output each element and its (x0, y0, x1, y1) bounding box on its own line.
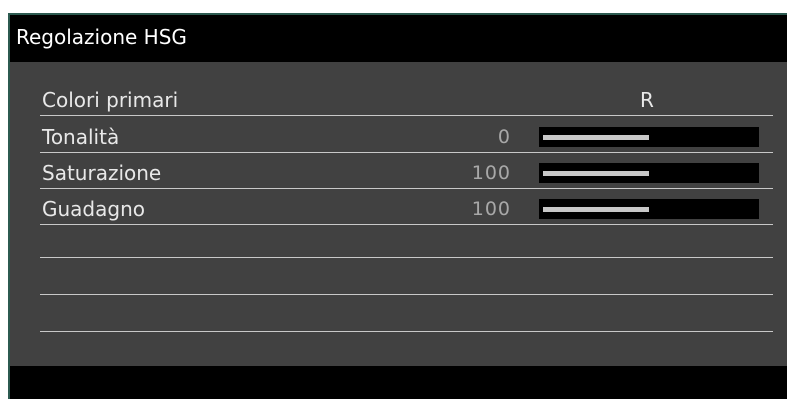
saturation-value: 100 (471, 162, 511, 184)
empty-row (40, 258, 773, 295)
title-bar: Regolazione HSG (10, 15, 787, 62)
bottom-bar (10, 366, 787, 399)
gain-value: 100 (471, 198, 511, 220)
gain-slider-fill (543, 207, 649, 212)
primary-color-row[interactable]: Colori primari R (40, 79, 773, 116)
hue-value: 0 (497, 126, 511, 148)
hue-slider-fill (543, 135, 649, 140)
hsg-adjustment-panel: Regolazione HSG Colori primari R Tonalit… (8, 13, 787, 399)
gain-row[interactable]: Guadagno 100 (40, 188, 773, 225)
saturation-label: Saturazione (42, 161, 162, 185)
primary-color-value[interactable]: R (640, 88, 654, 112)
hue-label: Tonalità (42, 125, 120, 149)
saturation-slider-fill (543, 171, 649, 176)
primary-color-label: Colori primari (42, 88, 179, 112)
hue-slider[interactable] (539, 127, 759, 147)
hue-row[interactable]: Tonalità 0 (40, 116, 773, 153)
empty-row (40, 221, 773, 258)
panel-title: Regolazione HSG (16, 25, 187, 49)
saturation-slider[interactable] (539, 163, 759, 183)
gain-slider[interactable] (539, 199, 759, 219)
saturation-row[interactable]: Saturazione 100 (40, 152, 773, 189)
gain-label: Guadagno (42, 197, 145, 221)
empty-row (40, 295, 773, 332)
